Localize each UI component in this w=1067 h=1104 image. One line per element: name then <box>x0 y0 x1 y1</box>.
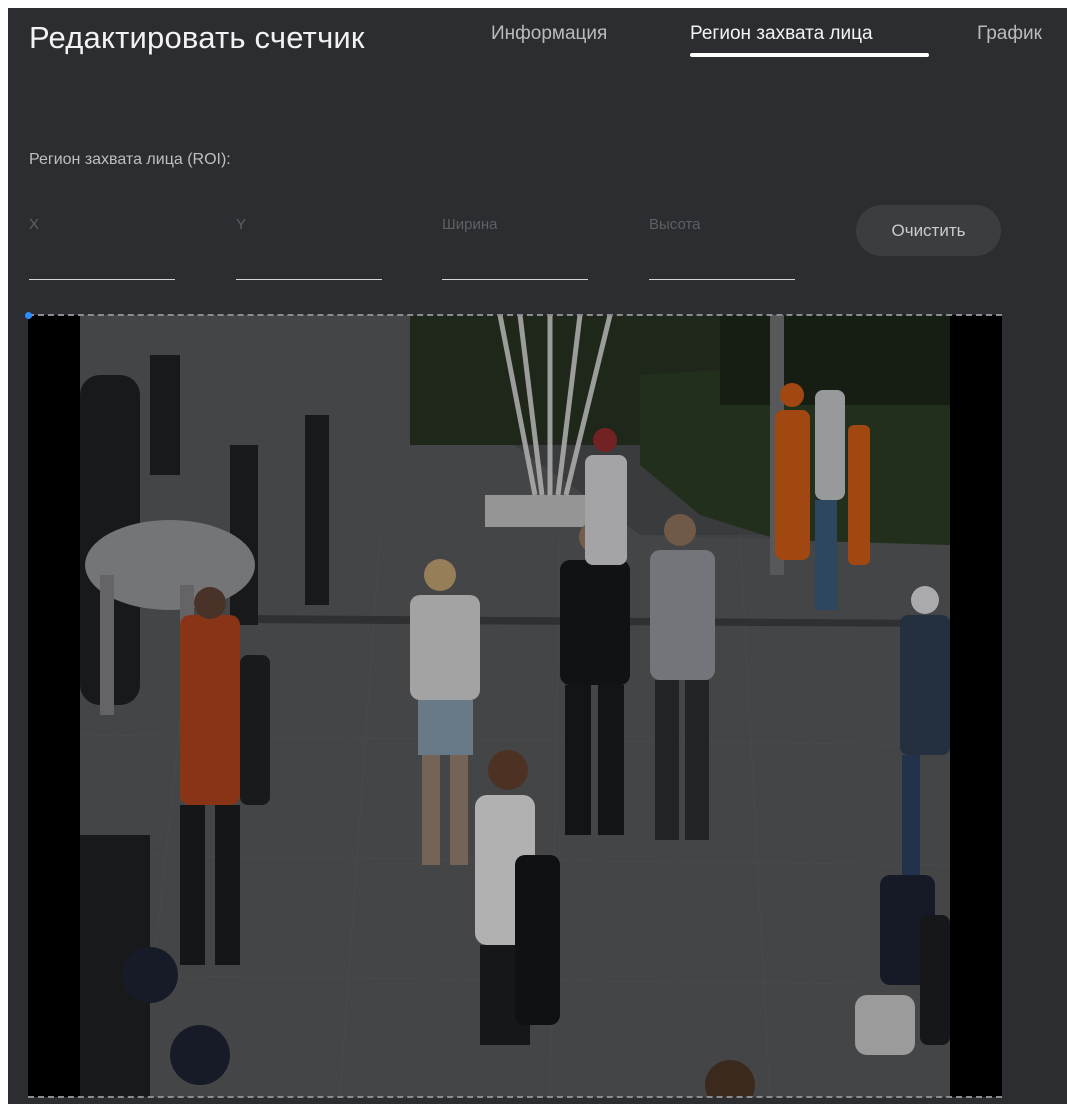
roi-border-top <box>28 314 1002 316</box>
active-tab-indicator <box>690 53 929 57</box>
page-title: Редактировать счетчик <box>29 20 365 55</box>
roi-x-input[interactable] <box>29 240 175 280</box>
roi-height-field: Высота <box>649 204 795 288</box>
roi-width-label: Ширина <box>442 216 498 233</box>
roi-height-input[interactable] <box>649 240 795 280</box>
roi-border-bottom <box>28 1096 1002 1098</box>
tab-face-capture-region[interactable]: Регион захвата лица <box>690 23 873 45</box>
roi-section-label: Регион захвата лица (ROI): <box>29 151 231 168</box>
roi-width-field: Ширина <box>442 204 588 288</box>
tab-schedule[interactable]: График <box>977 23 1042 45</box>
roi-y-input[interactable] <box>236 240 382 280</box>
roi-x-field: X <box>29 204 175 288</box>
roi-y-field: Y <box>236 204 382 288</box>
clear-button[interactable]: Очистить <box>856 205 1001 256</box>
roi-y-label: Y <box>236 216 247 233</box>
counter-editor-panel: Редактировать счетчик Информация Регион … <box>8 8 1067 1104</box>
roi-x-label: X <box>29 216 40 233</box>
camera-snapshot <box>80 315 950 1097</box>
roi-selection-canvas[interactable] <box>28 315 1002 1097</box>
roi-corner-handle[interactable] <box>25 312 32 319</box>
tab-information[interactable]: Информация <box>491 23 607 45</box>
roi-height-label: Высота <box>649 216 701 233</box>
roi-width-input[interactable] <box>442 240 588 280</box>
